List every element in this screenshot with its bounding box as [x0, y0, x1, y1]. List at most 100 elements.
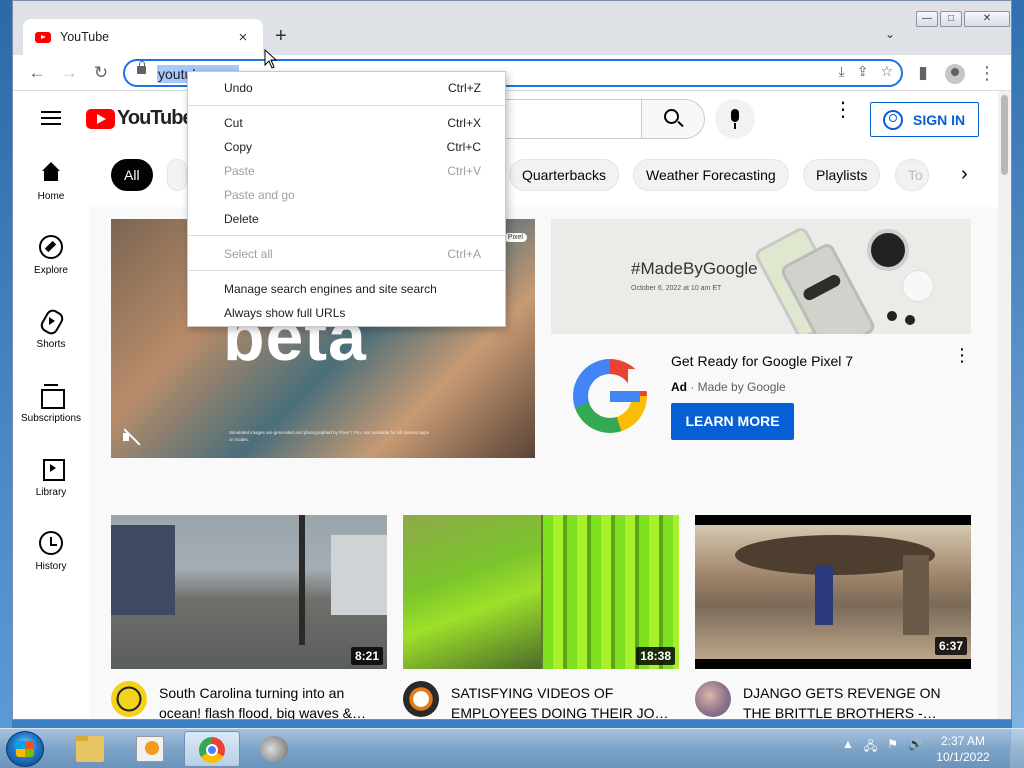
- video-card[interactable]: 18:38 SATISFYING VIDEOS OF EMPLOYEES DOI…: [403, 515, 679, 719]
- nav-item-label: Shorts: [36, 339, 66, 350]
- action-center-flag-icon[interactable]: ⚑: [887, 737, 898, 758]
- menu-item-always-show-full-urls[interactable]: Always show full URLs: [188, 301, 505, 325]
- chip-weather-forecasting[interactable]: Weather Forecasting: [633, 159, 789, 191]
- menu-item-paste-and-go[interactable]: Paste and go: [188, 183, 505, 207]
- video-thumbnail[interactable]: 6:37: [695, 515, 971, 669]
- voice-search-mic-icon[interactable]: [715, 99, 755, 139]
- nav-item-home[interactable]: Home: [13, 147, 89, 221]
- channel-avatar[interactable]: [403, 681, 439, 717]
- menu-item-label: Paste and go: [224, 188, 295, 202]
- shorts-icon: [39, 309, 63, 333]
- bookmark-star-icon[interactable]: ☆: [880, 63, 893, 80]
- menu-item-manage-search-engines[interactable]: Manage search engines and site search: [188, 277, 505, 301]
- chrome-menu-icon[interactable]: ⋮: [975, 61, 999, 85]
- video-card[interactable]: 8:21 South Carolina turning into an ocea…: [111, 515, 387, 719]
- tab-youtube[interactable]: YouTube ×: [23, 19, 263, 55]
- minimize-button[interactable]: —: [916, 11, 938, 27]
- taskbar-clock[interactable]: 2:37 AM 10/1/2022: [928, 733, 998, 765]
- side-panel-icon[interactable]: ▮: [911, 61, 935, 85]
- video-title[interactable]: DJANGO GETS REVENGE ON THE BRITTLE BROTH…: [743, 683, 971, 719]
- earbud-image: [887, 311, 897, 321]
- show-hidden-icons-icon[interactable]: ▲: [842, 737, 854, 758]
- close-window-button[interactable]: ✕: [964, 11, 1010, 27]
- desktop-background-left: [0, 0, 12, 728]
- sign-in-button[interactable]: SIGN IN: [870, 102, 979, 137]
- menu-item-cut[interactable]: Cut Ctrl+X: [188, 111, 505, 135]
- video-duration: 8:21: [350, 647, 383, 665]
- menu-item-copy[interactable]: Copy Ctrl+C: [188, 135, 505, 159]
- omnibox-actions: ⤓ ⇪ ☆: [839, 63, 894, 80]
- chip-quarterbacks[interactable]: Quarterbacks: [509, 159, 620, 191]
- chip-playlists[interactable]: Playlists: [803, 159, 881, 191]
- muted-speaker-icon[interactable]: [121, 427, 141, 447]
- menu-separator: [188, 105, 505, 106]
- menu-item-label: Cut: [224, 116, 243, 130]
- google-g-logo: [573, 359, 650, 433]
- reload-icon[interactable]: ↻: [89, 61, 113, 85]
- maximize-button[interactable]: □: [940, 11, 962, 27]
- taskbar-chrome[interactable]: [184, 731, 240, 767]
- ad-label: Ad: [671, 380, 687, 394]
- youtube-logo[interactable]: YouTube: [86, 107, 194, 130]
- learn-more-button[interactable]: LEARN MORE: [671, 403, 794, 440]
- menu-item-undo[interactable]: Undo Ctrl+Z: [188, 76, 505, 100]
- video-thumbnail[interactable]: 18:38: [403, 515, 679, 669]
- start-button[interactable]: [6, 731, 44, 767]
- chip-truncated[interactable]: To: [895, 159, 929, 191]
- new-tab-button[interactable]: +: [275, 25, 287, 47]
- tab-search-chevron-icon[interactable]: ⌄: [885, 27, 895, 41]
- library-icon: [39, 457, 65, 481]
- channel-avatar[interactable]: [695, 681, 731, 717]
- chip-all[interactable]: All: [111, 159, 153, 191]
- volume-icon[interactable]: 🔊: [908, 737, 923, 758]
- nav-item-history[interactable]: History: [13, 517, 89, 591]
- taskbar-speaker-app[interactable]: [246, 731, 302, 767]
- profile-button[interactable]: [943, 61, 967, 85]
- chip-hidden[interactable]: [167, 159, 187, 191]
- account-circle-icon: [883, 109, 903, 130]
- chips-next-chevron-icon[interactable]: ›: [961, 163, 968, 186]
- install-app-icon[interactable]: ⤓: [839, 63, 845, 80]
- menu-item-select-all[interactable]: Select all Ctrl+A: [188, 242, 505, 266]
- video-title[interactable]: South Carolina turning into an ocean! fl…: [159, 683, 387, 719]
- nav-item-label: Subscriptions: [20, 413, 82, 424]
- menu-item-paste[interactable]: Paste Ctrl+V: [188, 159, 505, 183]
- menu-item-shortcut: Ctrl+X: [447, 116, 481, 130]
- video-title[interactable]: SATISFYING VIDEOS OF EMPLOYEES DOING THE…: [451, 683, 679, 719]
- ad-menu-icon[interactable]: ⋮: [953, 346, 971, 364]
- ad-title[interactable]: Get Ready for Google Pixel 7: [671, 353, 853, 369]
- thumb-pole: [299, 515, 305, 645]
- menu-item-shortcut: Ctrl+C: [446, 140, 481, 154]
- nav-item-subscriptions[interactable]: Subscriptions: [13, 369, 89, 443]
- lock-icon[interactable]: [137, 61, 146, 74]
- thumb-figure: [815, 565, 833, 625]
- share-icon[interactable]: ⇪: [857, 63, 869, 80]
- video-thumbnail[interactable]: 8:21: [111, 515, 387, 669]
- menu-item-label: Select all: [224, 247, 273, 261]
- scrollbar-thumb[interactable]: [1001, 95, 1008, 175]
- forward-icon[interactable]: →: [57, 61, 81, 85]
- guide-menu-icon[interactable]: [41, 111, 61, 125]
- chrome-window: YouTube × + ⌄ — □ ✕ ← → ↻ youtube.com ⤓ …: [12, 0, 1012, 720]
- thumb-house: [111, 525, 175, 615]
- youtube-favicon-icon: [35, 31, 51, 43]
- taskbar-media-player[interactable]: [122, 731, 178, 767]
- thumb-right-half: [543, 515, 679, 669]
- nav-item-library[interactable]: Library: [13, 443, 89, 517]
- nav-item-explore[interactable]: Explore: [13, 221, 89, 295]
- taskbar-explorer[interactable]: [62, 731, 118, 767]
- network-icon[interactable]: 🖧: [864, 737, 877, 758]
- ad-banner-image[interactable]: #MadeByGoogle October 6, 2022 at 10 am E…: [551, 219, 971, 334]
- channel-avatar[interactable]: [111, 681, 147, 717]
- back-icon[interactable]: ←: [25, 61, 49, 85]
- nav-item-shorts[interactable]: Shorts: [13, 295, 89, 369]
- page-scrollbar[interactable]: [998, 91, 1011, 719]
- settings-kebab-icon[interactable]: ⋮: [833, 100, 853, 120]
- video-card[interactable]: 6:37 DJANGO GETS REVENGE ON THE BRITTLE …: [695, 515, 971, 719]
- search-input[interactable]: [483, 99, 643, 139]
- menu-item-delete[interactable]: Delete: [188, 207, 505, 231]
- search-button[interactable]: [641, 99, 705, 139]
- tab-close-icon[interactable]: ×: [235, 29, 251, 46]
- show-desktop-button[interactable]: [1010, 729, 1024, 768]
- tab-title: YouTube: [60, 30, 110, 44]
